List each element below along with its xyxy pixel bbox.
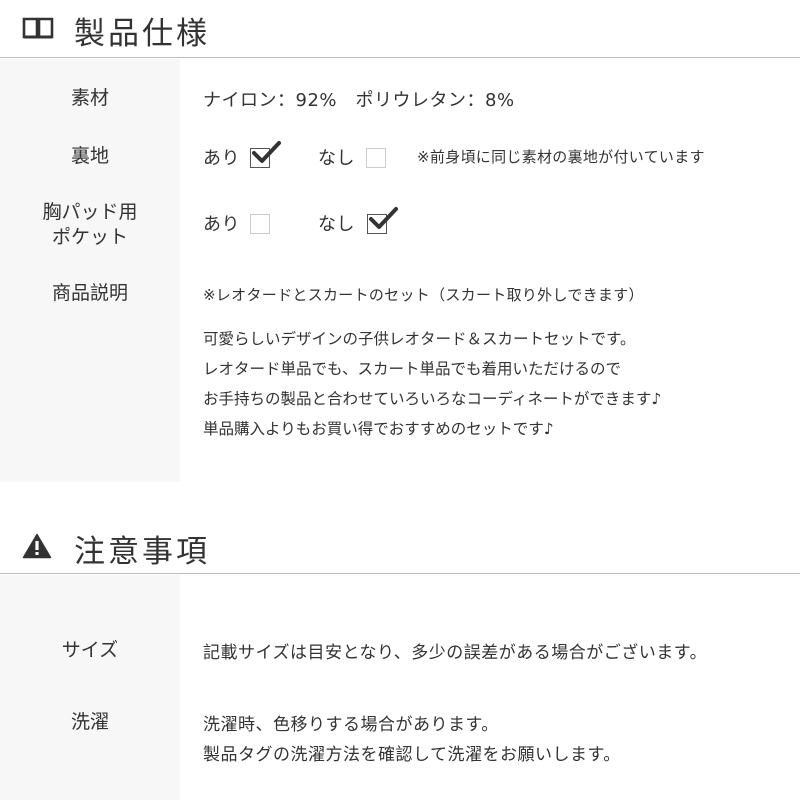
description-note: ※レオタードとスカートのセット（スカート取り外しできます） bbox=[203, 286, 644, 304]
checkmark-icon bbox=[369, 207, 398, 229]
lining-label: 裏地 bbox=[70, 145, 109, 167]
size-text: 記載サイズは目安となり、多少の誤差がある場合がございます。 bbox=[203, 643, 708, 663]
description-label: 商品説明 bbox=[51, 282, 128, 304]
caution-label-column bbox=[0, 575, 180, 800]
size-label: サイズ bbox=[61, 639, 119, 661]
material-label: 素材 bbox=[70, 87, 109, 109]
description-line: 可愛らしいデザインの子供レオタード＆スカートセットです。 bbox=[203, 330, 636, 348]
description-line: レオタード単品でも、スカート単品でも着用いただけるので bbox=[203, 360, 622, 378]
material-value: ナイロン：92% ポリウレタン：8% bbox=[203, 90, 515, 111]
pad-pocket-option-yes-label: あり bbox=[203, 214, 240, 235]
checkmark-icon bbox=[252, 141, 281, 163]
lining-option-no-label: なし bbox=[318, 148, 355, 169]
washing-line: 洗濯時、色移りする場合があります。 bbox=[203, 715, 499, 735]
washing-line: 製品タグの洗濯方法を確認して洗濯をお願いします。 bbox=[203, 745, 621, 765]
washing-label: 洗濯 bbox=[70, 711, 109, 733]
spec-label-column bbox=[0, 59, 180, 482]
spec-section-header: 製品仕様 bbox=[0, 0, 800, 58]
pad-pocket-yes-checkbox[interactable] bbox=[250, 214, 270, 234]
lining-note: ※前身頃に同じ素材の裏地が付いています bbox=[417, 148, 705, 166]
lining-no-checkbox[interactable] bbox=[366, 148, 386, 168]
book-icon bbox=[22, 14, 54, 44]
warning-icon bbox=[22, 533, 52, 563]
description-line: お手持ちの製品と合わせていろいろなコーディネートができます♪ bbox=[203, 390, 662, 408]
pad-pocket-option-no-label: なし bbox=[318, 214, 355, 235]
spec-section-title: 製品仕様 bbox=[74, 16, 210, 52]
pad-pocket-label-line1: 胸パッド用 bbox=[42, 201, 138, 223]
pad-pocket-label-line2: ポケット bbox=[51, 226, 128, 248]
lining-option-yes-label: あり bbox=[203, 148, 240, 169]
description-line: 単品購入よりもお買い得でおすすめのセットです♪ bbox=[203, 420, 554, 438]
caution-section-header: 注意事項 bbox=[0, 516, 800, 574]
caution-section-title: 注意事項 bbox=[74, 534, 210, 570]
